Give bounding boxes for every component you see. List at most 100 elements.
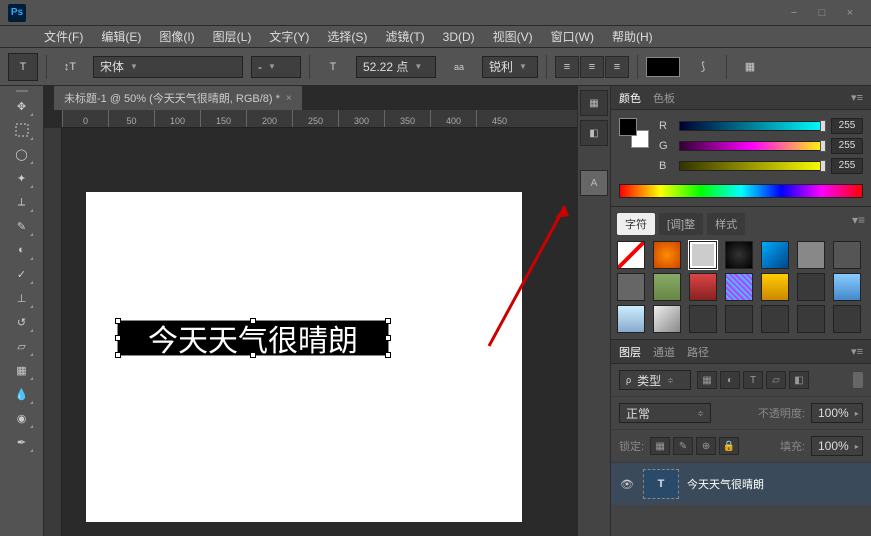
slider-track[interactable] [679,161,825,171]
text-orientation-toggle[interactable]: ↕T [55,53,85,81]
eraser-tool[interactable]: ▱ [10,335,34,357]
style-swatch[interactable] [653,241,681,269]
history-panel-icon[interactable]: ▦ [580,90,608,116]
lock-all-icon[interactable]: 🔒 [719,437,739,455]
foreground-color[interactable] [619,118,637,136]
style-swatch[interactable] [725,305,753,333]
style-swatch[interactable] [761,305,789,333]
tab-close-button[interactable]: × [286,93,292,104]
filter-type-icon[interactable]: T [743,371,763,389]
font-family-select[interactable]: 宋体 ▼ [93,56,243,78]
marquee-tool[interactable] [10,119,34,141]
resize-handle[interactable] [250,318,256,324]
panel-menu-icon[interactable]: ▾≡ [851,91,863,104]
blur-tool[interactable]: 💧 [10,383,34,405]
style-swatch[interactable] [797,305,825,333]
visibility-toggle-icon[interactable]: 👁 [619,476,635,492]
menu-view[interactable]: 视图(V) [485,26,541,47]
minimize-button[interactable]: − [781,4,807,22]
style-swatch[interactable] [689,273,717,301]
slider-track[interactable] [679,121,825,131]
adjustments-tab[interactable]: [调]整 [659,213,703,235]
magic-wand-tool[interactable]: ✦ [10,167,34,189]
vertical-ruler[interactable] [44,128,62,536]
resize-handle[interactable] [115,318,121,324]
text-color-swatch[interactable] [646,57,680,77]
style-swatch[interactable] [617,305,645,333]
style-swatch[interactable] [653,273,681,301]
font-style-select[interactable]: - ▼ [251,56,301,78]
style-swatch[interactable] [689,241,717,269]
antialiasing-select[interactable]: 锐利 ▼ [482,56,538,78]
channels-tab[interactable]: 通道 [653,344,675,360]
stamp-tool[interactable]: ⊥ [10,287,34,309]
menu-layer[interactable]: 图层(L) [205,26,260,47]
filter-toggle[interactable] [853,372,863,388]
history-brush-tool[interactable]: ↺ [10,311,34,333]
menu-file[interactable]: 文件(F) [36,26,91,47]
slider-value[interactable]: 255 [831,118,863,134]
toolbar-grip[interactable] [16,90,28,92]
slider-knob[interactable] [820,120,826,132]
style-swatch[interactable] [617,241,645,269]
menu-window[interactable]: 窗口(W) [543,26,602,47]
slider-track[interactable] [679,141,825,151]
character-tab[interactable]: 字符 [617,213,655,235]
slider-knob[interactable] [820,140,826,152]
style-swatch[interactable] [833,305,861,333]
color-tab[interactable]: 颜色 [619,90,641,106]
foreground-background-swatches[interactable] [619,118,649,148]
maximize-button[interactable]: □ [809,4,835,22]
crop-tool[interactable]: ⟂ [10,191,34,213]
warp-text-button[interactable]: ⟆ [688,53,718,81]
style-swatch[interactable] [833,241,861,269]
menu-3d[interactable]: 3D(D) [435,28,483,46]
dodge-tool[interactable]: ◉ [10,407,34,429]
lock-transparency-icon[interactable]: ▦ [650,437,670,455]
move-tool[interactable]: ✥ [10,95,34,117]
lock-pixels-icon[interactable]: ✎ [673,437,693,455]
style-swatch[interactable] [725,241,753,269]
style-swatch[interactable] [617,273,645,301]
filter-shape-icon[interactable]: ▱ [766,371,786,389]
swatches-tab[interactable]: 色板 [653,90,675,106]
style-swatch[interactable] [653,305,681,333]
resize-handle[interactable] [115,352,121,358]
style-swatch[interactable] [761,241,789,269]
styles-tab[interactable]: 样式 [707,213,745,235]
style-swatch[interactable] [725,273,753,301]
eyedropper-tool[interactable]: ✎ [10,215,34,237]
filter-pixel-icon[interactable]: ▦ [697,371,717,389]
menu-type[interactable]: 文字(Y) [261,26,317,47]
slider-value[interactable]: 255 [831,158,863,174]
style-swatch[interactable] [833,273,861,301]
layer-item[interactable]: 👁 T 今天天气很晴朗 [611,463,871,505]
canvas-area[interactable]: 未标题-1 @ 50% (今天天气很晴朗, RGB/8) * × 0 50 10… [44,86,577,536]
paths-tab[interactable]: 路径 [687,344,709,360]
menu-filter[interactable]: 滤镜(T) [377,26,432,47]
lock-position-icon[interactable]: ⊕ [696,437,716,455]
lasso-tool[interactable]: ◯ [10,143,34,165]
style-swatch[interactable] [797,273,825,301]
layer-thumbnail[interactable]: T [643,469,679,499]
menu-image[interactable]: 图像(I) [151,26,202,47]
layer-name[interactable]: 今天天气很晴朗 [687,476,764,492]
horizontal-ruler[interactable]: 0 50 100 150 200 250 300 350 400 450 [62,110,577,128]
style-swatch[interactable] [761,273,789,301]
filter-adjustment-icon[interactable]: ◐ [720,371,740,389]
align-left-button[interactable]: ≡ [555,56,579,78]
font-size-select[interactable]: 52.22 点 ▼ [356,56,436,78]
style-swatch[interactable] [797,241,825,269]
menu-help[interactable]: 帮助(H) [604,26,661,47]
resize-handle[interactable] [250,352,256,358]
healing-brush-tool[interactable]: ◐ [10,239,34,261]
slider-value[interactable]: 255 [831,138,863,154]
text-layer-bounds[interactable]: 今天天气很晴朗 [117,320,389,356]
brush-tool[interactable]: ✓ [10,263,34,285]
resize-handle[interactable] [385,352,391,358]
menu-edit[interactable]: 编辑(E) [93,26,149,47]
blend-mode-select[interactable]: 正常 ≑ [619,403,711,423]
align-right-button[interactable]: ≡ [605,56,629,78]
slider-knob[interactable] [820,160,826,172]
style-swatch[interactable] [689,305,717,333]
